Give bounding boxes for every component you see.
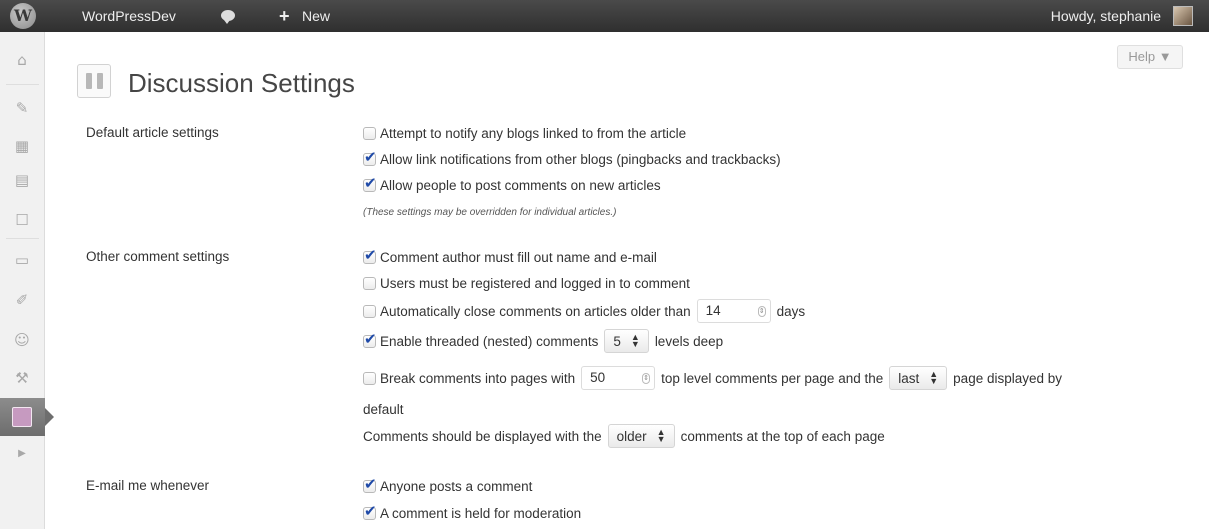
- close-days-input[interactable]: 14 ⇕: [696, 299, 771, 323]
- other-comment-settings-label: Other comment settings: [86, 249, 230, 264]
- new-content-link[interactable]: New: [302, 0, 330, 32]
- option-label: Users must be registered and logged in t…: [380, 275, 690, 291]
- settings-menu-active[interactable]: [0, 398, 54, 436]
- select-arrows-icon: ▲ ▼: [630, 332, 640, 349]
- author-fill-checkbox[interactable]: [363, 246, 377, 264]
- notify-linked-blogs-checkbox[interactable]: [363, 126, 376, 140]
- comments-icon[interactable]: ☐: [12, 210, 32, 230]
- author-fill-option[interactable]: Comment author must fill out name and e-…: [363, 246, 657, 268]
- spinner-icon[interactable]: ⇕: [642, 373, 651, 384]
- pages-icon[interactable]: ▤: [12, 170, 32, 190]
- plugins-icon[interactable]: ✐: [12, 290, 32, 310]
- email-me-whenever-label: E-mail me whenever: [86, 478, 210, 493]
- select-value: older: [616, 428, 647, 444]
- users-icon[interactable]: ☺: [12, 330, 32, 350]
- allow-comments-option[interactable]: Allow people to post comments on new art…: [363, 174, 661, 196]
- option-label: Comment author must fill out name and e-…: [380, 249, 657, 265]
- option-label: top level comments per page and the: [661, 370, 884, 386]
- thread-depth-select[interactable]: 5 ▲ ▼: [604, 329, 649, 353]
- allow-pingbacks-option[interactable]: Allow link notifications from other blog…: [363, 148, 781, 170]
- default-article-settings-label: Default article settings: [86, 125, 219, 140]
- option-label: Allow people to post comments on new art…: [380, 177, 661, 193]
- option-label: Comments should be displayed with the: [363, 428, 602, 444]
- select-value: last: [898, 370, 920, 386]
- help-tab-button[interactable]: Help ▼: [1117, 45, 1183, 69]
- option-label: comments at the top of each page: [680, 428, 885, 444]
- paging-wrap-text: default: [363, 402, 404, 417]
- auto-close-checkbox[interactable]: [363, 304, 376, 318]
- option-label: Attempt to notify any blogs linked to fr…: [380, 125, 687, 141]
- email-moderation-option[interactable]: A comment is held for moderation: [363, 502, 581, 524]
- plus-icon[interactable]: +: [279, 0, 290, 32]
- email-any-comment-option[interactable]: Anyone posts a comment: [363, 475, 532, 497]
- appearance-icon[interactable]: ▭: [12, 250, 32, 270]
- select-value: 5: [613, 333, 621, 349]
- notify-linked-blogs-option[interactable]: Attempt to notify any blogs linked to fr…: [363, 122, 686, 144]
- threaded-comments-option: Enable threaded (nested) comments 5 ▲▼ l…: [363, 329, 724, 353]
- page-title: Discussion Settings: [128, 68, 355, 98]
- media-icon[interactable]: ▦: [12, 136, 32, 156]
- sidebar-separator: [6, 238, 39, 239]
- wordpress-logo-icon[interactable]: W: [10, 3, 36, 29]
- option-label: Automatically close comments on articles…: [380, 303, 691, 319]
- input-value: 50: [590, 370, 606, 385]
- allow-comments-checkbox[interactable]: [363, 174, 377, 192]
- comments-bubble-icon[interactable]: [221, 10, 235, 24]
- default-page-select[interactable]: last ▲ ▼: [889, 366, 948, 390]
- slider-bar-icon: [97, 73, 103, 89]
- settings-icon: [12, 407, 32, 427]
- comment-order-select[interactable]: older ▲ ▼: [607, 424, 675, 448]
- user-avatar[interactable]: [1173, 6, 1193, 26]
- howdy-user-link[interactable]: Howdy, stephanie: [1051, 0, 1161, 32]
- spinner-icon[interactable]: ⇕: [757, 306, 766, 317]
- select-arrows-icon: ▲ ▼: [656, 427, 666, 444]
- input-value: 14: [705, 303, 721, 318]
- settings-page-icon: [77, 64, 111, 98]
- admin-sidebar: ⌂ ✎ ▦ ▤ ☐ ▭ ✐ ☺ ⚒ ▶: [0, 32, 54, 529]
- posts-icon[interactable]: ✎: [12, 98, 32, 118]
- paging-checkbox[interactable]: [363, 371, 376, 385]
- option-label: Anyone posts a comment: [380, 478, 533, 494]
- option-label: Break comments into pages with: [380, 370, 576, 386]
- auto-close-option: Automatically close comments on articles…: [363, 299, 806, 323]
- option-label: page displayed by: [953, 370, 1063, 386]
- allow-pingbacks-checkbox[interactable]: [363, 148, 377, 166]
- registered-users-checkbox[interactable]: [363, 276, 376, 290]
- email-any-comment-checkbox[interactable]: [363, 475, 377, 493]
- comment-order-option: Comments should be displayed with the ol…: [363, 424, 885, 448]
- override-note: (These settings may be overridden for in…: [363, 207, 617, 218]
- option-label: days: [776, 303, 806, 319]
- email-moderation-checkbox[interactable]: [363, 502, 377, 520]
- sidebar-separator: [6, 84, 39, 85]
- comments-per-page-input[interactable]: 50 ⇕: [581, 366, 656, 390]
- threaded-comments-checkbox[interactable]: [363, 330, 377, 348]
- site-name-link[interactable]: WordPressDev: [82, 0, 176, 32]
- option-label: Allow link notifications from other blog…: [380, 151, 781, 167]
- dashboard-icon[interactable]: ⌂: [12, 50, 32, 70]
- tools-icon[interactable]: ⚒: [12, 368, 32, 388]
- option-label: Enable threaded (nested) comments: [380, 333, 599, 349]
- collapse-menu-icon[interactable]: ▶: [12, 444, 32, 464]
- select-arrows-icon: ▲ ▼: [929, 369, 939, 386]
- admin-bar: W WordPressDev + New Howdy, stephanie: [0, 0, 1209, 32]
- slider-bar-icon: [86, 73, 92, 89]
- option-label: A comment is held for moderation: [380, 505, 582, 521]
- paging-option: Break comments into pages with 50 ⇕ top …: [363, 366, 1063, 390]
- registered-users-option[interactable]: Users must be registered and logged in t…: [363, 272, 690, 294]
- option-label: levels deep: [654, 333, 724, 349]
